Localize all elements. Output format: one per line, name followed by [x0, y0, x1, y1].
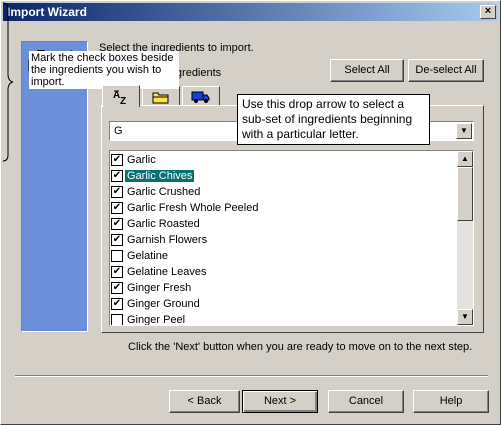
ingredient-checkbox[interactable]: ✔ [111, 218, 123, 231]
tab-supplier[interactable] [182, 86, 220, 106]
scroll-down-icon[interactable]: ▼ [457, 309, 473, 325]
separator-line [15, 375, 488, 377]
ingredient-label: Ginger Ground [127, 298, 200, 310]
list-item[interactable]: ✔ Garlic [111, 152, 461, 168]
ingredient-label: Garlic [127, 154, 156, 166]
close-icon: × [484, 5, 492, 17]
letter-filter-value: G [114, 125, 123, 137]
title-bar: Import Wizard × [3, 3, 498, 21]
list-item[interactable]: ✔ Garlic Chives [111, 168, 461, 184]
next-button[interactable]: Next > [242, 390, 318, 413]
ingredient-label: Gelatine Leaves [127, 266, 207, 278]
list-item[interactable]: Gelatine [111, 248, 461, 264]
scroll-up-icon[interactable]: ▲ [457, 151, 473, 167]
checkbox-help-text: Mark the check boxes beside the ingredie… [29, 51, 179, 89]
dropdown-arrow-icon[interactable]: ▼ [456, 123, 472, 139]
ingredient-checkbox[interactable]: ✔ [111, 282, 123, 295]
ingredient-checkbox[interactable]: ✔ [111, 186, 123, 199]
ingredient-label: Garlic Fresh Whole Peeled [127, 202, 259, 214]
ingredient-list[interactable]: ✔ Garlic ✔ Garlic Chives ✔ Garlic Crushed ✔ Gar… [109, 150, 474, 326]
ingredient-label: Ginger Fresh [127, 282, 192, 294]
import-wizard-window: Import Wizard × Select the ingredients t… [0, 0, 501, 425]
list-item[interactable]: ✔ Garnish Flowers [111, 232, 461, 248]
deselect-all-button[interactable]: De-select All [408, 59, 484, 82]
ingredient-checkbox[interactable]: ✔ [111, 202, 123, 215]
list-item[interactable]: ✔ Garlic Roasted [111, 216, 461, 232]
svg-text:Z: Z [120, 96, 126, 105]
folder-icon [152, 92, 169, 104]
footer-instruction: Click the 'Next' button when you are rea… [128, 341, 473, 353]
ingredient-checkbox[interactable]: ✔ [111, 154, 123, 167]
dropdown-help-callout: Use this drop arrow to select a sub-set … [237, 94, 430, 145]
ingredient-label: Garlic Roasted [127, 218, 200, 230]
list-item[interactable]: ✔ Garlic Crushed [111, 184, 461, 200]
close-button[interactable]: × [480, 5, 496, 19]
list-item[interactable]: Ginger Peel [111, 312, 461, 326]
help-button[interactable]: Help [413, 390, 489, 413]
ingredient-label: Garnish Flowers [127, 234, 208, 246]
back-button[interactable]: < Back [169, 390, 240, 413]
cancel-button[interactable]: Cancel [328, 390, 404, 413]
vertical-scrollbar[interactable]: ▲ ▼ [457, 151, 473, 325]
az-sort-icon: A Z [113, 90, 126, 107]
ingredient-checkbox[interactable]: ✔ [111, 298, 123, 311]
ingredient-checkbox[interactable] [111, 314, 123, 325]
window-title: Import Wizard [7, 5, 87, 19]
select-all-button[interactable]: Select All [330, 59, 404, 82]
ingredient-label: Garlic Crushed [127, 186, 201, 198]
ingredient-checkbox[interactable]: ✔ [111, 170, 123, 183]
truck-icon [191, 91, 210, 103]
ingredient-label: Ginger Peel [127, 314, 186, 326]
list-item[interactable]: ✔ Gelatine Leaves [111, 264, 461, 280]
ingredient-checkbox[interactable]: ✔ [111, 266, 123, 279]
list-item[interactable]: ✔ Ginger Fresh [111, 280, 461, 296]
ingredient-label: Gelatine [127, 250, 168, 262]
ingredient-checkbox[interactable]: ✔ [111, 234, 123, 247]
scroll-thumb[interactable] [457, 167, 473, 221]
ingredient-label: Garlic Chives [125, 170, 195, 182]
tab-alphabetical[interactable]: A Z [102, 85, 140, 107]
list-item[interactable]: ✔ Garlic Fresh Whole Peeled [111, 200, 461, 216]
ingredient-checkbox[interactable] [111, 250, 123, 263]
tab-folder[interactable] [142, 86, 180, 106]
brace-marker [2, 2, 14, 162]
list-item[interactable]: ✔ Ginger Ground [111, 296, 461, 312]
